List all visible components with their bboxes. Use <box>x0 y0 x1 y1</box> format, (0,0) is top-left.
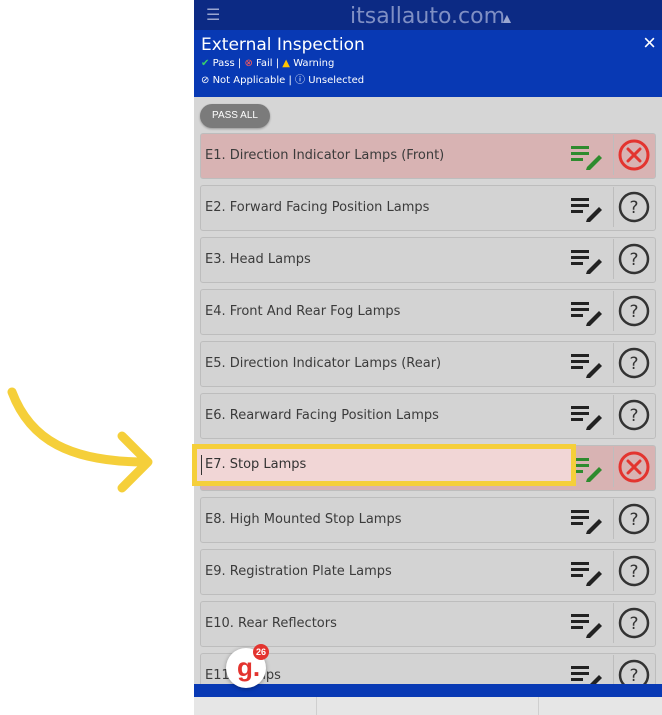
edit-note-icon[interactable] <box>569 506 605 534</box>
inspection-item[interactable]: E9. Registration Plate Lamps ? <box>200 549 656 595</box>
legend-unselected: Unselected <box>308 75 365 86</box>
inspection-item[interactable]: E6. Rearward Facing Position Lamps ? <box>200 393 656 439</box>
svg-text:?: ? <box>629 250 638 270</box>
item-label: E4. Front And Rear Fog Lamps <box>205 304 401 319</box>
item-label: E10. Rear Reflectors <box>205 616 337 631</box>
unselected-status-icon[interactable]: ? <box>613 551 654 591</box>
home-icon[interactable]: ▲ <box>500 10 514 26</box>
item-label: E6. Rearward Facing Position Lamps <box>205 408 439 423</box>
fail-status-icon[interactable] <box>613 135 654 175</box>
inspection-item[interactable]: E8. High Mounted Stop Lamps ? <box>200 497 656 543</box>
top-bar: ☰ itsallauto.com ▲ <box>194 0 662 30</box>
item-label: E9. Registration Plate Lamps <box>205 564 392 579</box>
fail-status-icon[interactable] <box>613 447 654 487</box>
legend-not-applicable: Not Applicable | <box>212 75 292 86</box>
unselected-status-icon[interactable]: ? <box>613 603 654 643</box>
item-label: E8. High Mounted Stop Lamps <box>205 512 402 527</box>
inspection-item[interactable]: E4. Front And Rear Fog Lamps ? <box>200 289 656 335</box>
unselected-status-icon[interactable]: ? <box>613 395 654 435</box>
edit-note-icon[interactable] <box>569 298 605 326</box>
legend-warning: Warning <box>293 58 335 69</box>
item-label: E5. Direction Indicator Lamps (Rear) <box>205 356 442 371</box>
svg-text:?: ? <box>629 302 638 322</box>
inspection-item[interactable]: E5. Direction Indicator Lamps (Rear) ? <box>200 341 656 387</box>
edit-note-icon[interactable] <box>569 402 605 430</box>
svg-text:?: ? <box>629 406 638 426</box>
bottom-bar <box>194 684 662 697</box>
close-icon[interactable]: × <box>643 32 656 54</box>
edit-note-icon[interactable] <box>569 246 605 274</box>
item-label: E3. Head Lamps <box>205 252 311 267</box>
unselected-status-icon[interactable]: ? <box>613 343 654 383</box>
svg-text:?: ? <box>629 510 638 530</box>
status-legend-2: ⊘ Not Applicable | ⓘ Unselected <box>201 74 364 88</box>
app-frame: ☰ itsallauto.com ▲ External Inspection ×… <box>194 0 662 715</box>
inspection-header: External Inspection × ✔ Pass | ⊗ Fail | … <box>194 30 662 97</box>
item-label: E7. Stop Lamps <box>205 457 307 472</box>
text-cursor <box>201 455 202 475</box>
unselected-icon: ⓘ <box>295 75 306 86</box>
status-legend: ✔ Pass | ⊗ Fail | ▲ Warning <box>201 57 334 71</box>
pass-all-button[interactable]: PASS ALL <box>200 104 270 128</box>
fail-icon: ⊗ <box>244 58 253 69</box>
svg-text:?: ? <box>629 666 638 686</box>
svg-text:?: ? <box>629 354 638 374</box>
edit-note-icon[interactable] <box>569 350 605 378</box>
inspection-item[interactable]: E2. Forward Facing Position Lamps ? <box>200 185 656 231</box>
legend-fail: Fail | <box>256 58 280 69</box>
highlighted-item-stop-lamps[interactable]: E7. Stop Lamps <box>192 444 576 486</box>
inspection-item[interactable]: E1. Direction Indicator Lamps (Front) <box>200 133 656 179</box>
inspection-list: PASS ALL E1. Direction Indicator Lamps (… <box>194 97 662 699</box>
pass-icon: ✔ <box>201 58 210 69</box>
unselected-status-icon[interactable]: ? <box>613 187 654 227</box>
page-title: External Inspection <box>201 35 365 55</box>
footer-strip <box>194 697 662 715</box>
edit-note-icon[interactable] <box>569 194 605 222</box>
inspection-item[interactable]: E10. Rear Reflectors ? <box>200 601 656 647</box>
unselected-status-icon[interactable]: ? <box>613 239 654 279</box>
unselected-status-icon[interactable]: ? <box>613 291 654 331</box>
item-label: E2. Forward Facing Position Lamps <box>205 200 430 215</box>
site-brand: itsallauto.com <box>350 4 506 29</box>
edit-note-icon[interactable] <box>569 142 605 170</box>
menu-icon[interactable]: ☰ <box>206 8 220 24</box>
not-applicable-icon: ⊘ <box>201 75 210 86</box>
edit-note-icon[interactable] <box>569 610 605 638</box>
edit-note-icon[interactable] <box>569 558 605 586</box>
warning-icon: ▲ <box>282 58 290 69</box>
notification-badge[interactable]: g. 26 <box>226 644 269 688</box>
svg-text:?: ? <box>629 198 638 218</box>
item-label: E1. Direction Indicator Lamps (Front) <box>205 148 445 163</box>
badge-count: 26 <box>253 644 269 660</box>
legend-pass: Pass | <box>212 58 242 69</box>
svg-text:?: ? <box>629 614 638 634</box>
unselected-status-icon[interactable]: ? <box>613 499 654 539</box>
pointer-arrow <box>7 387 153 493</box>
inspection-item[interactable]: E3. Head Lamps ? <box>200 237 656 283</box>
svg-text:?: ? <box>629 562 638 582</box>
